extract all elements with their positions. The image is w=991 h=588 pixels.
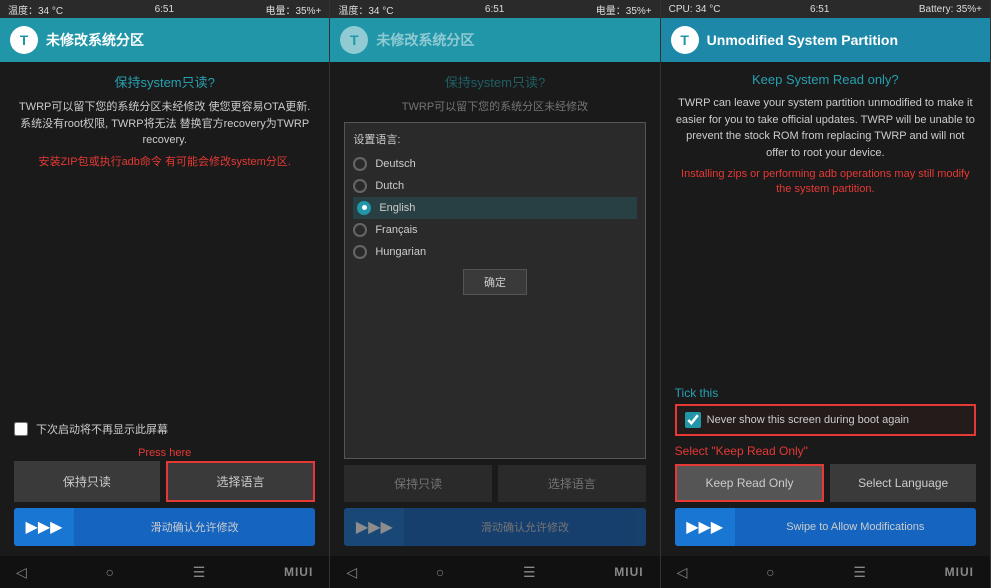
bottom-nav-3: ◁ ○ ☰ MIUI (661, 556, 990, 588)
language-dialog: 设置语言: Deutsch Dutch English (344, 122, 645, 460)
home-icon-2[interactable]: ○ (436, 564, 444, 580)
content-1: 保持system只读? TWRP可以留下您的系统分区未经修改 使您更容易OTA更… (0, 62, 329, 556)
warning-text-3: Installing zips or performing adb operat… (675, 167, 976, 198)
radio-francais (353, 223, 367, 237)
status-bar-1: 温度：34 °C 6:51 电量：35%+ (0, 0, 329, 18)
swipe-arrows-3: ▶▶▶ (675, 508, 735, 546)
home-icon-1[interactable]: ○ (106, 564, 114, 580)
language-list: Deutsch Dutch English Français (353, 153, 636, 263)
title-bar-3: T Unmodified System Partition (661, 18, 990, 62)
bottom-nav-2: ◁ ○ ☰ MIUI (330, 556, 659, 588)
miui-logo-3: MIUI (945, 565, 974, 579)
battery-2: 电量：35%+ (596, 2, 652, 17)
battery-1: 电量：35%+ (265, 2, 321, 17)
lang-item-english[interactable]: English (353, 197, 636, 219)
checkbox-area-1: 下次启动将不再显示此屏幕 (14, 415, 315, 443)
temp-3: CPU: 34 °C (669, 4, 721, 15)
lang-item-francais[interactable]: Français (353, 219, 636, 241)
time-2: 6:51 (485, 4, 504, 15)
menu-icon-3[interactable]: ☰ (853, 564, 866, 581)
swipe-text-1: 滑动确认允许修改 (74, 519, 315, 535)
swipe-bar-2[interactable]: ▶▶▶ 滑动确认允许修改 (344, 508, 645, 546)
swipe-text-2: 滑动确认允许修改 (404, 519, 645, 535)
logo-1: T (10, 26, 38, 54)
swipe-text-3: Swipe to Allow Modifications (735, 521, 976, 533)
lang-item-hungarian[interactable]: Hungarian (353, 241, 636, 263)
select-language-btn-3[interactable]: Select Language (830, 464, 976, 502)
radio-deutsch (353, 157, 367, 171)
status-bar-2: 温度：34 °C 6:51 电量：35%+ (330, 0, 659, 18)
swipe-bar-3[interactable]: ▶▶▶ Swipe to Allow Modifications (675, 508, 976, 546)
title-3: Unmodified System Partition (707, 32, 898, 48)
menu-icon-1[interactable]: ☰ (193, 564, 206, 581)
keep-read-only-btn-2[interactable]: 保持只读 (344, 465, 492, 502)
time-3: 6:51 (810, 4, 829, 15)
content-2: 保持system只读? TWRP可以留下您的系统分区未经修改 设置语言: Deu… (330, 62, 659, 556)
checkbox-label-1: 下次启动将不再显示此屏幕 (36, 421, 168, 437)
keep-read-only-btn-1[interactable]: 保持只读 (14, 461, 160, 502)
swipe-arrows-2: ▶▶▶ (344, 508, 404, 546)
section-title-2: 保持system只读? (344, 72, 645, 91)
battery-3: Battery: 35%+ (919, 4, 982, 15)
content-3: Keep System Read only? TWRP can leave yo… (661, 62, 990, 556)
title-bar-2: T 未修改系统分区 (330, 18, 659, 62)
press-here-label: Press here (14, 447, 315, 459)
status-bar-3: CPU: 34 °C 6:51 Battery: 35%+ (661, 0, 990, 18)
temp-1: 温度：34 °C (8, 2, 63, 17)
buttons-row-2: 保持只读 选择语言 (344, 465, 645, 502)
radio-english (357, 201, 371, 215)
lang-item-dutch[interactable]: Dutch (353, 175, 636, 197)
main-text-3: TWRP can leave your system partition unm… (675, 95, 976, 161)
warning-text-1: 安装ZIP包或执行adb命令 有可能会修改system分区. (14, 155, 315, 170)
miui-logo-1: MIUI (284, 565, 313, 579)
back-icon-3[interactable]: ◁ (677, 564, 688, 581)
never-show-checkbox-3[interactable] (685, 412, 701, 428)
radio-dutch (353, 179, 367, 193)
title-2: 未修改系统分区 (376, 30, 474, 50)
section-title-1: 保持system只读? (14, 72, 315, 91)
logo-2: T (340, 26, 368, 54)
lang-confirm-button[interactable]: 确定 (463, 269, 527, 295)
main-text-1: TWRP可以留下您的系统分区未经修改 使您更容易OTA更新. 系统没有root权… (14, 99, 315, 149)
select-language-btn-2[interactable]: 选择语言 (498, 465, 646, 502)
logo-3: T (671, 26, 699, 54)
swipe-bar-1[interactable]: ▶▶▶ 滑动确认允许修改 (14, 508, 315, 546)
title-bar-1: T 未修改系统分区 (0, 18, 329, 62)
buttons-row-1: 保持只读 选择语言 (14, 461, 315, 502)
menu-icon-2[interactable]: ☰ (523, 564, 536, 581)
lang-dialog-title: 设置语言: (353, 131, 636, 147)
never-show-checkbox-1[interactable] (14, 422, 28, 436)
radio-hungarian (353, 245, 367, 259)
main-text-2: TWRP可以留下您的系统分区未经修改 (344, 99, 645, 116)
select-keep-readonly-label: Select "Keep Read Only" (675, 444, 976, 458)
lang-item-deutsch[interactable]: Deutsch (353, 153, 636, 175)
section-title-3: Keep System Read only? (675, 72, 976, 87)
bottom-nav-1: ◁ ○ ☰ MIUI (0, 556, 329, 588)
never-show-box: Never show this screen during boot again (675, 404, 976, 436)
keep-read-only-btn-3[interactable]: Keep Read Only (675, 464, 825, 502)
select-language-btn-1[interactable]: 选择语言 (166, 461, 316, 502)
back-icon-1[interactable]: ◁ (16, 564, 27, 581)
back-icon-2[interactable]: ◁ (346, 564, 357, 581)
temp-2: 温度：34 °C (338, 2, 393, 17)
home-icon-3[interactable]: ○ (766, 564, 774, 580)
never-show-text: Never show this screen during boot again (707, 414, 909, 426)
swipe-arrows-1: ▶▶▶ (14, 508, 74, 546)
miui-logo-2: MIUI (614, 565, 643, 579)
tick-this-label: Tick this (675, 386, 976, 400)
title-1: 未修改系统分区 (46, 30, 144, 50)
buttons-row-3: Keep Read Only Select Language (675, 464, 976, 502)
time-1: 6:51 (155, 4, 174, 15)
